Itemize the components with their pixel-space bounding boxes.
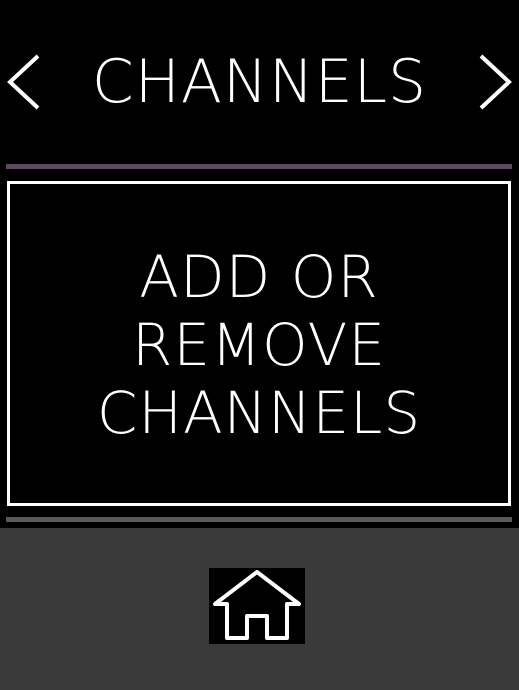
add-remove-channels-button[interactable]: ADD OR REMOVE CHANNELS [7, 181, 511, 506]
header-bar: CHANNELS [0, 0, 519, 162]
card-label-line: REMOVE [132, 310, 386, 379]
home-icon [209, 568, 305, 644]
card-label-line: CHANNELS [96, 378, 422, 447]
add-remove-channels-label: ADD OR REMOVE CHANNELS [97, 243, 421, 447]
chevron-right-icon [479, 54, 512, 110]
home-button[interactable] [209, 568, 305, 644]
footer-bar [0, 528, 519, 690]
card-label-line: ADD OR [139, 242, 379, 311]
footer-divider [6, 517, 512, 522]
page-title: CHANNELS [91, 47, 428, 117]
next-page-button[interactable] [475, 52, 515, 112]
header-divider [6, 164, 512, 169]
